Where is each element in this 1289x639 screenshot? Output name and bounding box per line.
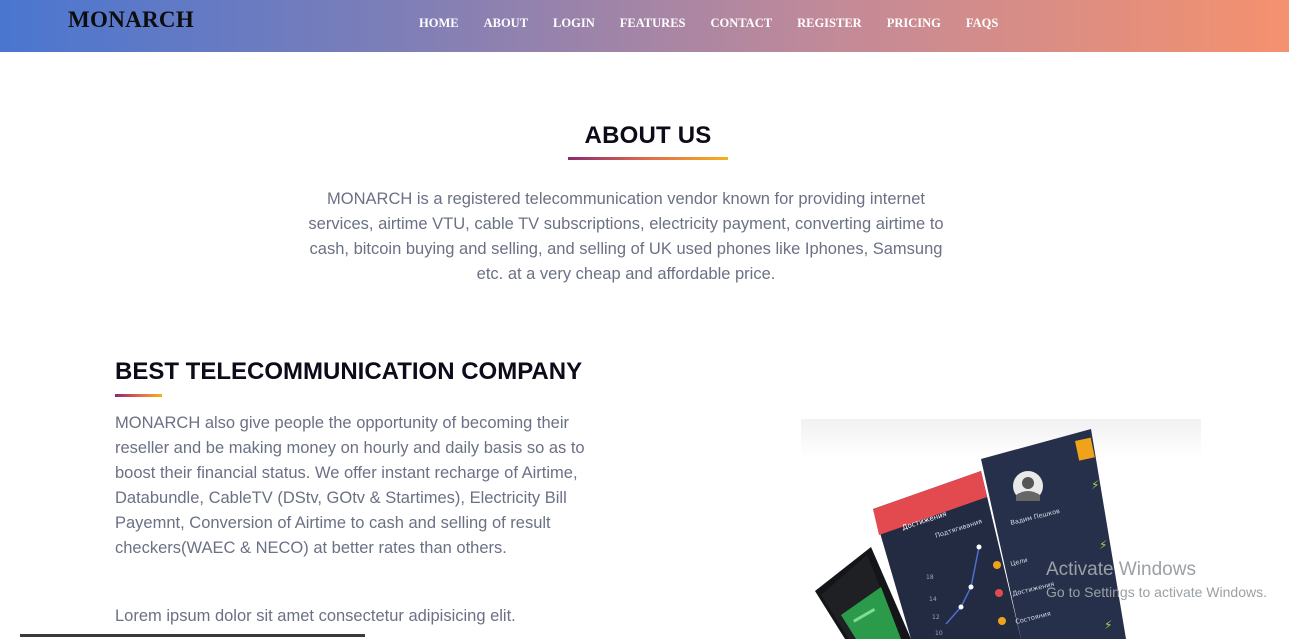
svg-text:⚡: ⚡ <box>1099 538 1107 552</box>
nav-contact-link[interactable]: CONTACT <box>711 16 773 31</box>
nav-register-link[interactable]: REGISTER <box>797 16 862 31</box>
phone-app-illustration: Достижения Подтягивания Вадим Пешков Цел… <box>815 429 1126 639</box>
about-title-underline <box>568 157 728 160</box>
phone-app-image: Достижения Подтягивания Вадим Пешков Цел… <box>801 419 1201 639</box>
nav-faqs-link[interactable]: FAQS <box>966 16 998 31</box>
nav-home-link[interactable]: HOME <box>419 16 459 31</box>
nav-features-link[interactable]: FEATURES <box>620 16 686 31</box>
about-title: ABOUT US <box>584 122 712 149</box>
nav-login-link[interactable]: LOGIN <box>553 16 595 31</box>
company-section-title: BEST TELECOMMUNICATION COMPANY <box>115 358 583 385</box>
app-axis-label-4: 10 <box>935 630 943 637</box>
app-axis-label-3: 12 <box>932 614 940 621</box>
svg-text:⚡: ⚡ <box>1104 618 1112 632</box>
watermark-subtitle: Go to Settings to activate Windows. <box>1046 584 1267 600</box>
page: MONARCH HOME ABOUT LOGIN FEATURES CONTAC… <box>0 0 1289 639</box>
company-section-underline <box>115 394 162 397</box>
company-section-lorem: Lorem ipsum dolor sit amet consectetur a… <box>115 607 516 625</box>
app-axis-label-2: 14 <box>929 596 937 603</box>
bottom-edge-divider <box>20 634 365 637</box>
nav-pricing-link[interactable]: PRICING <box>887 16 941 31</box>
company-section-description: MONARCH also give people the opportunity… <box>115 414 585 557</box>
svg-text:⚡: ⚡ <box>1091 478 1099 492</box>
site-logo[interactable]: MONARCH <box>68 7 194 33</box>
main-nav: HOME ABOUT LOGIN FEATURES CONTACT REGIST… <box>419 16 1023 31</box>
watermark-title: Activate Windows <box>1046 559 1196 580</box>
about-description: MONARCH is a registered telecommunicatio… <box>308 190 944 283</box>
nav-about-link[interactable]: ABOUT <box>484 16 528 31</box>
windows-activation-watermark: Activate Windows Go to Settings to activ… <box>1046 558 1267 602</box>
app-axis-label-1: 18 <box>926 574 934 581</box>
top-navigation-bar: MONARCH HOME ABOUT LOGIN FEATURES CONTAC… <box>0 0 1289 52</box>
